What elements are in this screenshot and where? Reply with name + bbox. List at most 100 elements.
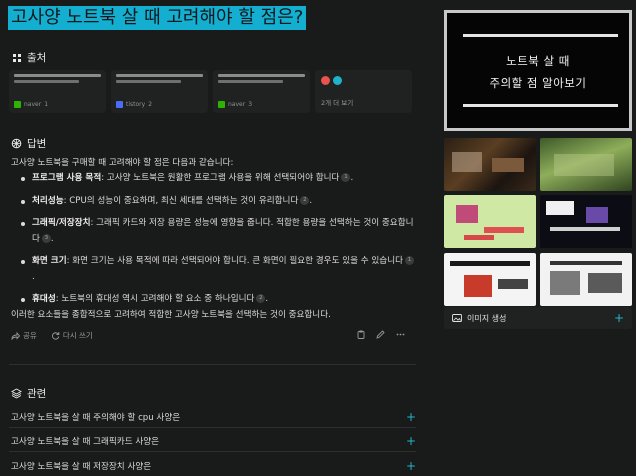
image-caption-line2: 주의할 점 알아보기 bbox=[489, 76, 587, 90]
source-favicon-icon bbox=[321, 76, 330, 85]
sources-heading-label: 출처 bbox=[27, 52, 47, 64]
item-tail: . bbox=[350, 173, 354, 183]
source-number: 3 bbox=[248, 101, 253, 108]
rewrite-button[interactable]: 다시 쓰기 bbox=[51, 330, 93, 341]
plus-icon[interactable]: + bbox=[406, 459, 416, 473]
source-title-blurred bbox=[116, 74, 203, 77]
image-decor-bar bbox=[463, 104, 618, 107]
source-site: naver bbox=[228, 101, 246, 108]
sources-icon bbox=[11, 52, 22, 63]
item-text: : 고사양 노트북은 원활한 프로그램 사용을 위해 선택되어야 합니다 bbox=[101, 173, 340, 183]
citation-badge[interactable]: 1 bbox=[405, 256, 415, 265]
image-thumbnail[interactable] bbox=[444, 253, 536, 306]
source-site: naver bbox=[24, 101, 42, 108]
list-item: 그래픽/저장장치: 그래픽 카드와 저장 용량은 성능에 영향을 줍니다. 적합… bbox=[20, 216, 416, 247]
answer-list: 프로그램 사용 목적: 고사양 노트북은 원활한 프로그램 사용을 위해 선택되… bbox=[20, 171, 416, 315]
question-title: 고사양 노트북 살 때 고려해야 할 점은? bbox=[8, 6, 307, 30]
more-options-button[interactable] bbox=[396, 330, 405, 342]
item-title: 휴대성 bbox=[32, 294, 56, 304]
item-text: : 화면 크기는 사용 목적에 따라 선택되어야 합니다. 큰 화면이 필요한 … bbox=[66, 256, 404, 266]
pencil-icon bbox=[376, 330, 385, 339]
image-thumbnail[interactable] bbox=[540, 138, 632, 191]
list-item: 처리성능: CPU의 성능이 중요하며, 최신 세대를 선택하는 것이 유리합니… bbox=[20, 194, 416, 210]
image-thumbnail[interactable] bbox=[444, 138, 536, 191]
rewrite-label: 다시 쓰기 bbox=[62, 331, 93, 340]
source-title-blurred bbox=[14, 74, 101, 77]
related-item[interactable]: 고사양 노트북을 살 때 저장장치 사양은 + bbox=[11, 459, 416, 473]
section-divider bbox=[9, 364, 416, 365]
more-sources-button[interactable]: 2개 더 보기 bbox=[315, 70, 412, 113]
naver-favicon-icon bbox=[14, 101, 21, 108]
related-heading-label: 관련 bbox=[27, 388, 47, 400]
generate-image-label: 이미지 생성 bbox=[467, 313, 507, 323]
source-title-blurred bbox=[218, 80, 284, 83]
generate-image-button[interactable]: 이미지 생성 + bbox=[444, 307, 632, 329]
sources-heading: 출처 bbox=[11, 50, 46, 65]
answer-heading-label: 답변 bbox=[27, 138, 47, 150]
list-item: 휴대성: 노트북의 휴대성 역시 고려해야 할 요소 중 하나입니다 2. bbox=[20, 292, 416, 308]
image-thumbnail[interactable] bbox=[444, 195, 536, 248]
item-tail: . bbox=[32, 271, 35, 282]
item-tail: . bbox=[309, 195, 313, 206]
list-item: 화면 크기: 화면 크기는 사용 목적에 따라 선택되어야 합니다. 큰 화면이… bbox=[20, 254, 416, 285]
item-title: 화면 크기 bbox=[32, 256, 67, 266]
plus-icon[interactable]: + bbox=[406, 434, 416, 448]
answer-outro: 이러한 요소들을 종합적으로 고려하여 적합한 고사양 노트북을 선택하는 것이… bbox=[11, 310, 331, 320]
more-sources-label: 2개 더 보기 bbox=[321, 99, 354, 107]
share-button[interactable]: 공유 bbox=[11, 330, 37, 341]
source-card-3[interactable]: naver 3 bbox=[213, 70, 310, 113]
related-item[interactable]: 고사양 노트북을 살 때 그래픽카드 사양은 + bbox=[11, 434, 416, 448]
tistory-favicon-icon bbox=[116, 101, 123, 108]
naver-favicon-icon bbox=[218, 101, 225, 108]
list-item: 프로그램 사용 목적: 고사양 노트북은 원활한 프로그램 사용을 위해 선택되… bbox=[20, 171, 416, 187]
citation-badge[interactable]: 3 bbox=[41, 233, 51, 243]
image-thumbnail[interactable] bbox=[540, 195, 632, 248]
item-title: 그래픽/저장장치 bbox=[32, 218, 91, 228]
image-thumbnail[interactable] bbox=[540, 253, 632, 306]
image-decor-bar bbox=[463, 34, 618, 37]
related-item[interactable]: 고사양 노트북을 살 때 주의해야 할 cpu 사양은 + bbox=[11, 410, 416, 424]
related-divider bbox=[9, 451, 416, 452]
source-card-2[interactable]: tistory 2 bbox=[111, 70, 208, 113]
clipboard-icon bbox=[357, 330, 365, 339]
source-title-blurred bbox=[218, 74, 305, 77]
source-title-blurred bbox=[116, 80, 182, 83]
source-number: 1 bbox=[44, 101, 49, 108]
item-text: : 그래픽 카드와 저장 용량은 성능에 영향을 줍니다. 적합한 용량을 선택… bbox=[32, 218, 414, 244]
answer-actions: 공유 다시 쓰기 bbox=[11, 330, 93, 341]
source-site: tistory bbox=[126, 101, 146, 108]
more-dots-icon bbox=[396, 333, 405, 336]
rewrite-icon bbox=[51, 332, 60, 340]
item-text: : CPU의 성능이 중요하며, 최신 세대를 선택하는 것이 유리합니다 bbox=[63, 195, 299, 206]
copy-button[interactable] bbox=[357, 330, 365, 342]
related-item-label: 고사양 노트북을 살 때 그래픽카드 사양은 bbox=[11, 437, 160, 447]
layers-icon bbox=[11, 388, 22, 399]
answer-heading: 답변 bbox=[11, 136, 46, 151]
share-icon bbox=[11, 331, 20, 340]
citation-badge[interactable]: 2 bbox=[300, 195, 310, 205]
source-number: 2 bbox=[148, 101, 153, 108]
image-caption-line1: 노트북 살 때 bbox=[506, 54, 570, 68]
item-title: 프로그램 사용 목적 bbox=[32, 173, 102, 183]
related-item-label: 고사양 노트북을 살 때 주의해야 할 cpu 사양은 bbox=[11, 413, 181, 423]
plus-icon[interactable]: + bbox=[406, 410, 416, 424]
item-tail: . bbox=[265, 294, 269, 304]
item-title: 처리성능 bbox=[32, 195, 64, 206]
source-title-blurred bbox=[14, 80, 80, 83]
share-label: 공유 bbox=[23, 331, 37, 340]
answer-intro: 고사양 노트북을 구매할 때 고려해야 할 점은 다음과 같습니다: bbox=[11, 158, 234, 168]
answer-icon bbox=[11, 138, 22, 149]
plus-icon[interactable]: + bbox=[614, 311, 624, 325]
item-text: : 노트북의 휴대성 역시 고려해야 할 요소 중 하나입니다 bbox=[55, 294, 255, 304]
related-divider bbox=[9, 427, 416, 428]
item-tail: . bbox=[50, 233, 54, 244]
image-icon bbox=[452, 314, 462, 322]
source-favicon-icon bbox=[333, 76, 342, 85]
main-image[interactable]: 노트북 살 때 주의할 점 알아보기 bbox=[444, 10, 632, 131]
answer-tools bbox=[357, 330, 405, 342]
source-card-1[interactable]: naver 1 bbox=[9, 70, 106, 113]
related-heading: 관련 bbox=[11, 386, 46, 401]
related-item-label: 고사양 노트북을 살 때 저장장치 사양은 bbox=[11, 462, 152, 472]
sources-list: naver 1 tistory 2 naver 3 2개 더 보기 bbox=[9, 70, 416, 113]
edit-button[interactable] bbox=[376, 330, 385, 342]
